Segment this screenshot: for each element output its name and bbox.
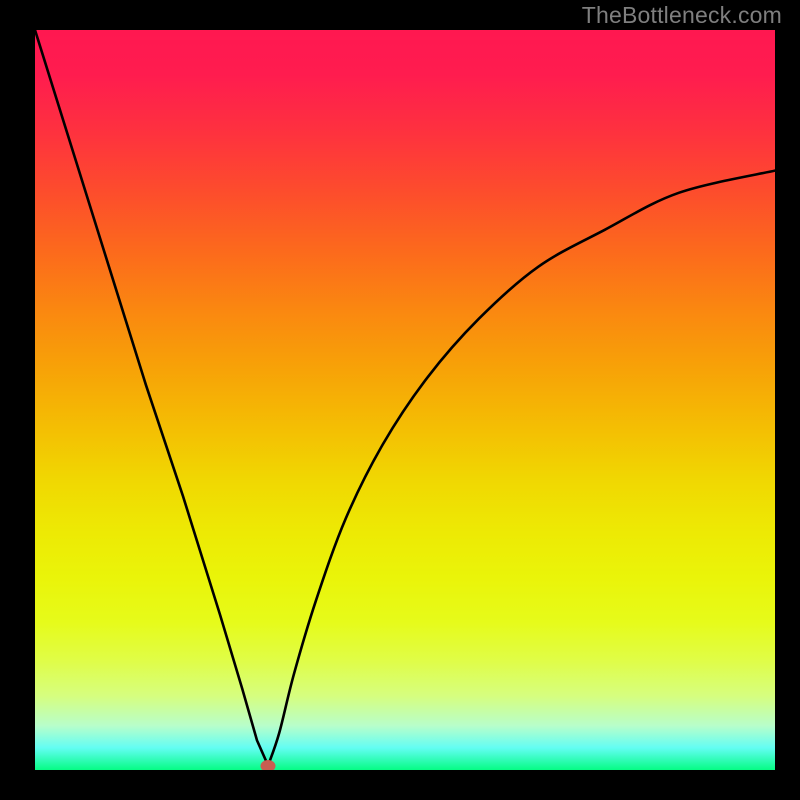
- chart-container: TheBottleneck.com: [0, 0, 800, 800]
- bottleneck-curve: [35, 30, 775, 770]
- curve-path: [35, 30, 775, 766]
- watermark-text: TheBottleneck.com: [582, 2, 782, 29]
- plot-area: [35, 30, 775, 770]
- vertex-marker: [261, 760, 276, 770]
